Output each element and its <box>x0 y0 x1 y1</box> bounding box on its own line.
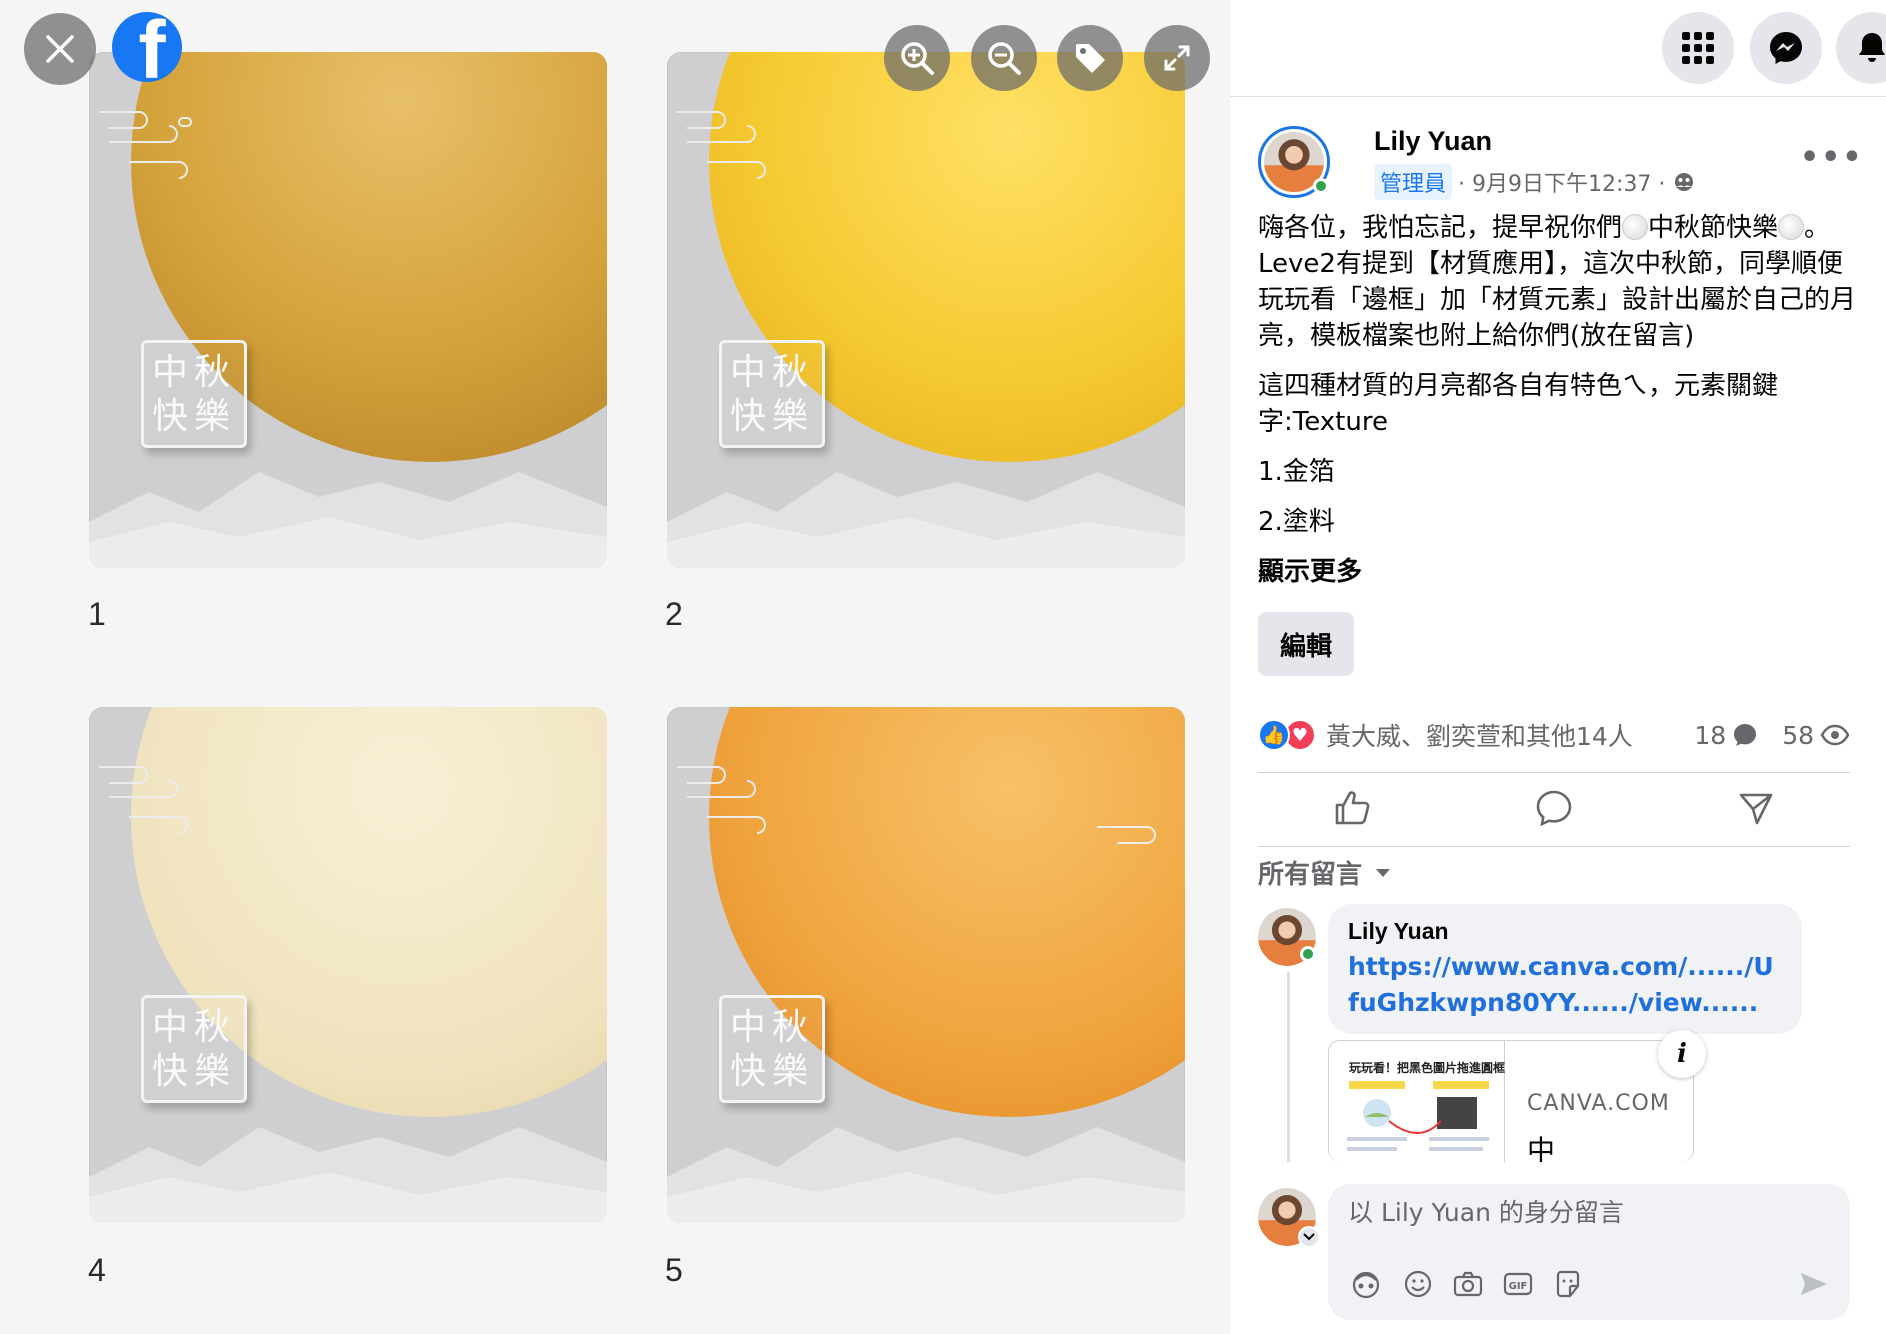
thread-line <box>1287 972 1290 1162</box>
tile-number: 4 <box>88 1252 106 1288</box>
stamp-label: 中秋 快樂 <box>141 340 247 448</box>
avatar-sticker-button[interactable] <box>1348 1266 1384 1302</box>
info-icon[interactable]: i <box>1658 1030 1706 1078</box>
fullscreen-button[interactable] <box>1144 25 1210 91</box>
comment-link[interactable]: https://www.canva.com/....../UfuGhzkwpn8… <box>1348 949 1782 1021</box>
emoji-icon <box>1404 1270 1432 1298</box>
comment-sort-label: 所有留言 <box>1258 860 1363 890</box>
zoom-out-button[interactable] <box>971 25 1037 91</box>
comment-composer: GIF <box>1328 1184 1850 1320</box>
tile-number: 5 <box>665 1252 683 1288</box>
image-tile-5[interactable]: 中秋 快樂 <box>667 707 1185 1223</box>
send-button[interactable] <box>1796 1266 1832 1302</box>
chevron-down-icon <box>1303 1233 1315 1241</box>
comment-input[interactable] <box>1348 1198 1828 1227</box>
post-paragraph: 這四種材質的月亮都各自有特色ㄟ，元素關鍵字:Texture <box>1258 371 1779 437</box>
admin-badge: 管理員 <box>1374 164 1453 200</box>
divider <box>1258 772 1850 773</box>
tile-number: 2 <box>665 596 683 632</box>
post-timestamp[interactable]: · 9月9日下午12:37 · <box>1458 166 1665 198</box>
tile-number: 1 <box>88 596 106 632</box>
share-button[interactable] <box>1726 786 1786 830</box>
comment-bubble: Lily Yuan https://www.canva.com/....../U… <box>1328 904 1802 1034</box>
stamp-label: 中秋 快樂 <box>141 995 247 1103</box>
post-paragraph: 1.金箔 <box>1258 457 1335 487</box>
like-button[interactable] <box>1322 786 1382 830</box>
close-icon <box>46 35 74 63</box>
messenger-button[interactable] <box>1750 12 1822 84</box>
menu-button[interactable] <box>1662 12 1734 84</box>
top-bar <box>1230 0 1886 97</box>
full-moon-emoji-icon <box>1622 214 1649 240</box>
tile-art-2 <box>667 52 1185 568</box>
comment-count-icon <box>1734 724 1757 746</box>
post-meta: 管理員 · 9月9日下午12:37 · <box>1374 164 1695 200</box>
tag-icon <box>1076 44 1105 73</box>
link-preview-text: 中 <box>1527 1134 1556 1162</box>
stamp-label: 中秋 快樂 <box>719 340 825 448</box>
tile-art-4 <box>89 707 607 1223</box>
divider <box>1258 846 1850 847</box>
comment-button[interactable] <box>1524 786 1584 830</box>
reaction-summary: 👍 ♥ 黃大威、劉奕萱和其他14人 18 58 <box>1258 714 1850 756</box>
sticker-button[interactable] <box>1550 1266 1586 1302</box>
image-tile-4[interactable]: 中秋 快樂 <box>89 707 607 1223</box>
online-status-dot <box>1300 946 1316 962</box>
eye-icon <box>1820 724 1850 746</box>
zoom-out-icon <box>988 42 1021 75</box>
post-paragraph: 2.塗料 <box>1258 507 1335 537</box>
link-preview-card[interactable]: 玩玩看！把黑色圖片拖進圓框 CANVA.COM 中 <box>1328 1040 1694 1162</box>
svg-text:GIF: GIF <box>1509 1281 1528 1292</box>
comment-author[interactable]: Lily Yuan <box>1348 918 1782 945</box>
preview-thumbnail-art <box>1347 1081 1489 1151</box>
camera-icon <box>1453 1271 1483 1297</box>
stamp-label: 中秋 快樂 <box>719 995 825 1103</box>
messenger-icon <box>1770 32 1802 64</box>
link-preview-image: 玩玩看！把黑色圖片拖進圓框 <box>1329 1041 1505 1162</box>
gif-icon: GIF <box>1503 1272 1533 1296</box>
tile-art-1 <box>89 52 607 568</box>
sticker-icon <box>1556 1270 1580 1298</box>
full-moon-emoji-icon <box>1778 214 1805 240</box>
chevron-down-icon <box>1376 868 1391 877</box>
comment-sort-dropdown[interactable]: 所有留言 <box>1258 854 1392 891</box>
image-tile-2[interactable]: 中秋 快樂 <box>667 52 1185 568</box>
more-options-icon[interactable]: ••• <box>1800 140 1864 175</box>
online-status-dot <box>1313 178 1329 194</box>
view-count: 58 <box>1782 720 1814 750</box>
comment-count[interactable]: 18 <box>1694 721 1726 750</box>
account-switch-chevron-icon[interactable] <box>1298 1226 1320 1248</box>
zoom-in-icon <box>901 42 934 75</box>
author-name[interactable]: Lily Yuan <box>1374 126 1492 157</box>
zoom-in-button[interactable] <box>884 25 950 91</box>
camera-button[interactable] <box>1450 1266 1486 1302</box>
see-more-link[interactable]: 顯示更多 <box>1258 554 1858 590</box>
tag-button[interactable] <box>1057 25 1123 91</box>
post-panel: Lily Yuan 管理員 · 9月9日下午12:37 · ••• 嗨各位，我怕… <box>1230 0 1886 1334</box>
menu-grid-icon <box>1682 32 1714 64</box>
edit-button[interactable]: 編輯 <box>1258 612 1354 676</box>
send-icon <box>1801 1273 1827 1295</box>
post-paragraph: 嗨各位，我怕忘記，提早祝你們 中秋節快樂 。Leve2有提到【材質應用】，這次中秋節… <box>1258 213 1857 351</box>
reactor-names[interactable]: 黃大威、劉奕萱和其他14人 <box>1326 717 1633 753</box>
group-privacy-icon <box>1675 173 1694 191</box>
gif-button[interactable]: GIF <box>1500 1266 1536 1302</box>
avatar-sticker-icon <box>1352 1271 1380 1299</box>
tile-art-5 <box>667 707 1185 1223</box>
image-tile-1[interactable]: 中秋 快樂 <box>89 52 607 568</box>
comment-icon <box>1536 790 1572 827</box>
post-text: 嗨各位，我怕忘記，提早祝你們 中秋節快樂 。Leve2有提到【材質應用】，這次中秋節… <box>1258 210 1858 604</box>
fullscreen-icon <box>1164 45 1190 71</box>
like-icon <box>1335 791 1370 825</box>
notifications-bell-icon <box>1859 33 1885 62</box>
facebook-logo[interactable]: f <box>112 12 182 82</box>
link-preview-domain: CANVA.COM <box>1527 1091 1670 1116</box>
close-button[interactable] <box>24 13 96 85</box>
emoji-button[interactable] <box>1400 1266 1436 1302</box>
photo-viewer: 中秋 快樂 1 中秋 快樂 2 中秋 快樂 4 中秋 快樂 5 f <box>0 0 1230 1334</box>
like-reaction-icon: 👍 <box>1258 719 1290 751</box>
notifications-button[interactable] <box>1836 12 1886 84</box>
share-icon <box>1739 793 1773 825</box>
